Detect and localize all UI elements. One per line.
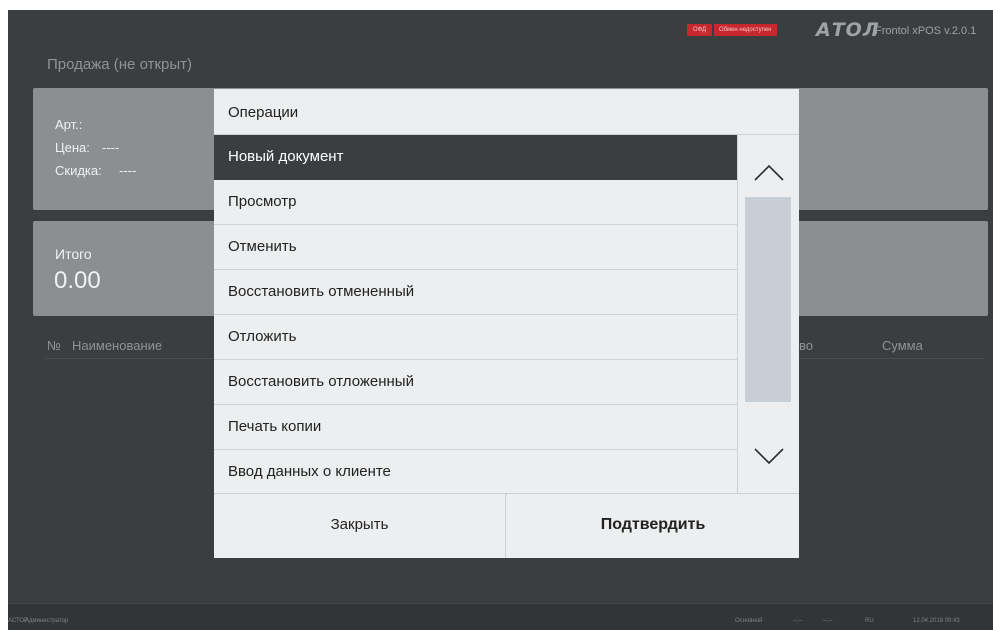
scroll-down-button[interactable]: [738, 435, 799, 493]
list-scrollbar: [737, 135, 799, 493]
scroll-track[interactable]: [745, 197, 791, 433]
operation-item-client-data[interactable]: Ввод данных о клиенте: [214, 450, 737, 495]
status-bar: АСТОР Администратор Основной --:-- --:--…: [8, 603, 993, 630]
close-button[interactable]: Закрыть: [214, 494, 506, 558]
discount-value: ----: [119, 163, 137, 178]
column-header-quantity: во: [799, 338, 813, 353]
exchange-status-badge: Обмен недоступен: [714, 24, 777, 36]
chevron-down-icon: [754, 448, 784, 465]
scroll-thumb[interactable]: [745, 197, 791, 402]
confirm-button[interactable]: Подтвердить: [507, 494, 799, 558]
user-name: Администратор: [25, 618, 69, 624]
operation-item-new-document[interactable]: Новый документ: [214, 135, 737, 180]
dialog-title: Операции: [228, 104, 299, 121]
operations-dialog: Операции Новый документ Просмотр Отменит…: [214, 89, 799, 558]
indicator-2: --:--: [823, 618, 833, 624]
ofd-status-badge: ОФД: [687, 24, 713, 36]
chevron-up-icon: [754, 164, 784, 181]
operation-item-restore-cancelled[interactable]: Восстановить отмененный: [214, 270, 737, 315]
operation-item-print-copy[interactable]: Печать копии: [214, 405, 737, 450]
price-value: ----: [102, 140, 120, 155]
discount-label: Скидка:: [55, 163, 102, 178]
column-header-sum: Сумма: [882, 338, 923, 353]
app-version: Frontol xPOS v.2.0.1: [875, 25, 977, 37]
mode-indicator: Основной: [735, 618, 763, 624]
operation-item-view[interactable]: Просмотр: [214, 180, 737, 225]
datetime: 12.04.2018 09:43: [913, 618, 960, 624]
operation-item-restore-postponed[interactable]: Восстановить отложенный: [214, 360, 737, 405]
operations-list: Новый документ Просмотр Отменить Восстан…: [214, 135, 737, 495]
price-label: Цена:: [55, 140, 90, 155]
status-bar-divider: [8, 603, 993, 604]
language-indicator: RU: [865, 618, 874, 624]
total-value: 0.00: [54, 267, 101, 294]
total-label: Итого: [55, 246, 92, 262]
column-header-number: №: [47, 338, 61, 353]
operation-item-postpone[interactable]: Отложить: [214, 315, 737, 360]
article-label: Арт.:: [55, 117, 83, 132]
scroll-up-button[interactable]: [738, 135, 799, 195]
operation-item-cancel[interactable]: Отменить: [214, 225, 737, 270]
sale-status-title: Продажа (не открыт): [47, 56, 192, 73]
brand-logo: АТОЛ: [816, 19, 880, 41]
column-header-name: Наименование: [72, 338, 163, 353]
indicator-1: --:--: [793, 618, 803, 624]
